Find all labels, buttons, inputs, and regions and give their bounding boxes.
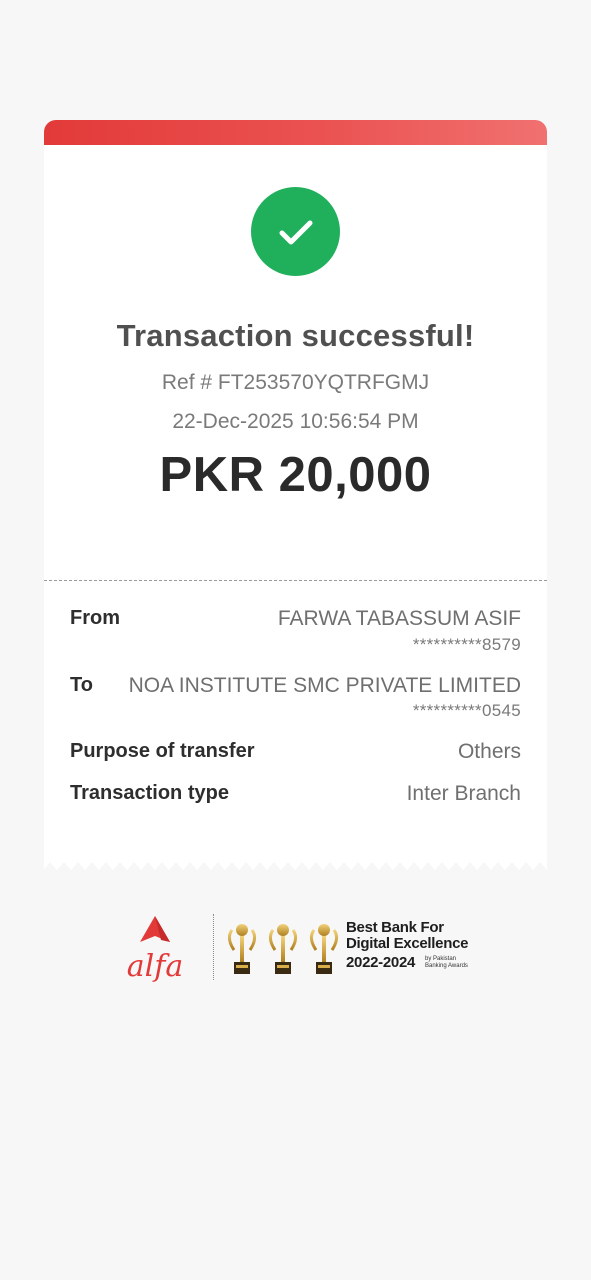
dashed-divider: [44, 580, 547, 581]
reference-number: Ref # FT253570YQTRFGMJ: [161, 371, 430, 394]
bank-award-footer: alfa Best Bank For Digital Excellence 20…: [120, 910, 480, 985]
purpose-value: Others: [457, 740, 521, 763]
award-trophies: [227, 924, 339, 974]
from-name: FARWA TABASSUM ASIF: [277, 607, 521, 630]
award-source-line2: Banking Awards: [425, 963, 468, 969]
award-source: by Pakistan Banking Awards: [425, 956, 468, 970]
award-title: Best Bank For Digital Excellence: [346, 920, 468, 952]
to-label: To: [70, 674, 93, 696]
purpose-label: Purpose of transfer: [70, 740, 255, 762]
transaction-type-label: Transaction type: [70, 782, 229, 804]
award-years: 2022-2024: [346, 954, 416, 971]
trophy-icon: [268, 924, 298, 974]
svg-text:alfa: alfa: [127, 949, 183, 982]
receipt-header-bar: [44, 120, 547, 146]
transaction-receipt-screen: Transaction successful! Ref # FT253570YQ…: [0, 0, 591, 1280]
receipt-card: Transaction successful! Ref # FT253570YQ…: [44, 120, 547, 870]
award-source-line1: by Pakistan: [425, 956, 457, 962]
receipt-body: Transaction successful! Ref # FT253570YQ…: [44, 145, 547, 857]
award-title-line2: Digital Excellence: [346, 935, 469, 952]
to-account: **********0545: [412, 701, 521, 720]
from-label: From: [70, 607, 120, 629]
success-badge: [251, 187, 340, 276]
trophy-icon: [227, 924, 257, 974]
transaction-amount: PKR 20,000: [159, 448, 432, 502]
receipt-torn-edge: [44, 856, 547, 870]
transaction-datetime: 22-Dec-2025 10:56:54 PM: [172, 410, 419, 433]
alfa-logo-icon: alfa: [127, 916, 183, 982]
transaction-type-value: Inter Branch: [406, 782, 521, 805]
to-name: NOA INSTITUTE SMC PRIVATE LIMITED: [128, 674, 521, 697]
trophy-icon: [309, 924, 339, 974]
transaction-status-title: Transaction successful!: [116, 318, 475, 353]
footer-separator: [213, 914, 214, 980]
check-icon: [279, 220, 312, 244]
award-title-line1: Best Bank For: [346, 919, 444, 936]
from-account: **********8579: [412, 635, 521, 654]
